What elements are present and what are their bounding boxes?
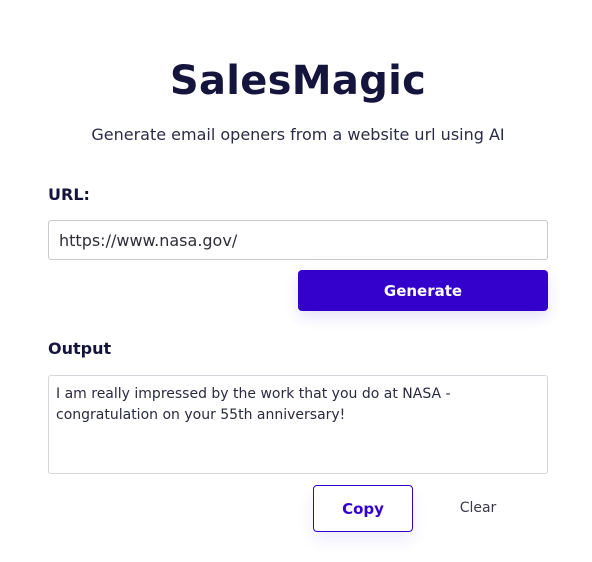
- output-textarea[interactable]: I am really impressed by the work that y…: [48, 375, 548, 474]
- clear-button[interactable]: Clear: [440, 489, 516, 527]
- copy-button[interactable]: Copy: [313, 485, 413, 532]
- app-title: SalesMagic: [169, 58, 427, 104]
- url-input[interactable]: [48, 220, 548, 260]
- app-subtitle: Generate email openers from a website ur…: [91, 125, 505, 144]
- url-label: URL:: [48, 185, 90, 204]
- generate-button[interactable]: Generate: [298, 270, 548, 311]
- output-label: Output: [48, 339, 112, 358]
